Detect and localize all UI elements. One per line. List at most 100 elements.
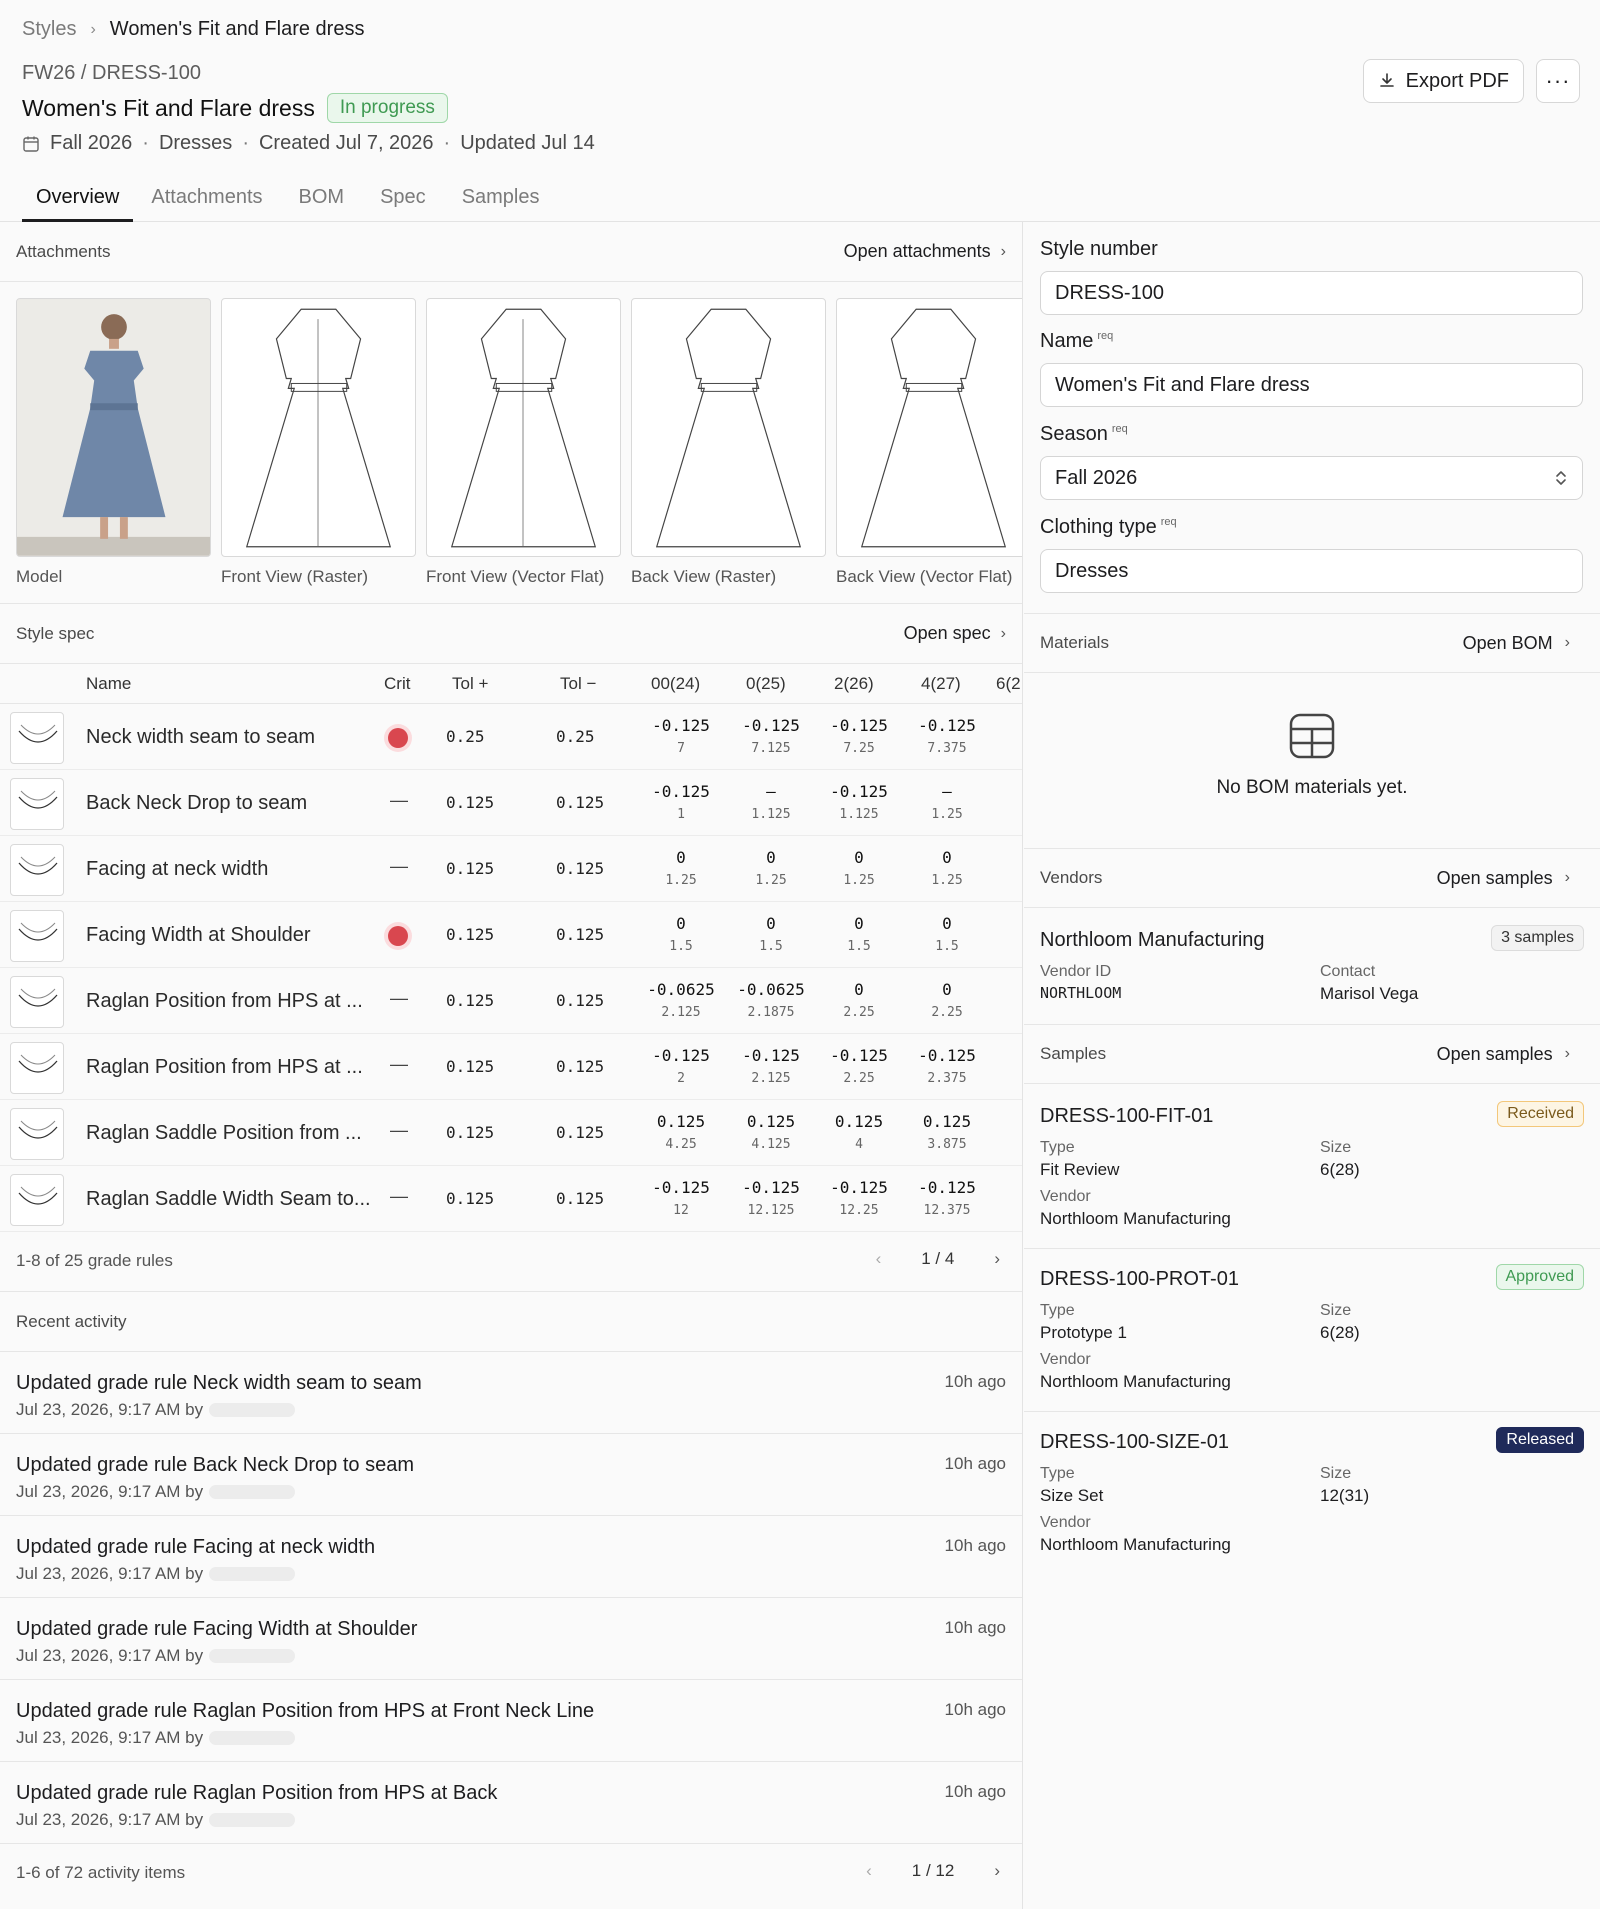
activity-item[interactable]: Updated grade rule Raglan Position from … (0, 1680, 1022, 1762)
grade-cell[interactable]: -0.125 2.125 (726, 1046, 816, 1086)
grade-cell[interactable]: -0.125 7 (636, 716, 726, 756)
attachment-back-raster[interactable]: Back View (Raster) (631, 298, 826, 587)
grade-cell[interactable]: 0 1.25 (726, 848, 816, 888)
grade-cell[interactable]: -0.125 7.25 (814, 716, 904, 756)
sample-card[interactable]: DRESS-100-SIZE-01 Released Type Size Set Siz… (1024, 1411, 1600, 1575)
attachment-back-vector[interactable]: Back View (Vector Flat) (836, 298, 1022, 587)
attachment-front-vector[interactable]: Front View (Vector Flat) (426, 298, 621, 587)
spec-row[interactable]: Facing at neck width —0.125 0.125 0 1.25 0 1.2… (0, 836, 1022, 902)
grade-cell[interactable]: -0.125 7.375 (902, 716, 992, 756)
grade-cell[interactable]: 0 1.5 (726, 914, 816, 954)
export-pdf-button[interactable]: Export PDF (1362, 59, 1524, 103)
grade-cell[interactable]: -0.125 2 (636, 1046, 726, 1086)
tol-plus-value: 0.125 (446, 1123, 495, 1142)
chevron-left-icon[interactable]: ‹ (866, 1861, 872, 1881)
grade-value: 2.375 (927, 1071, 967, 1086)
spec-row[interactable]: Back Neck Drop to seam — 0.125 0.125 -0.125 1… (0, 770, 1022, 836)
season-select[interactable]: Fall 2026 (1040, 456, 1583, 500)
grade-cell[interactable]: -0.125 12.25 (814, 1178, 904, 1218)
grade-cell[interactable]: 0.125 3.875 (902, 1112, 992, 1152)
tab-spec[interactable]: Spec (362, 182, 444, 222)
name-value: Women's Fit and Flare dress (1055, 373, 1310, 396)
grade-cell[interactable]: -0.125 2.25 (814, 1046, 904, 1086)
attachment-model[interactable]: Model (16, 298, 211, 587)
open-spec-link[interactable]: Open spec › (904, 623, 1006, 644)
grade-cell[interactable]: 0 2.25 (902, 980, 992, 1020)
col-tol-minus: Tol − (560, 674, 597, 693)
grade-cell[interactable]: 0 1.25 (636, 848, 726, 888)
chevron-right-icon: › (90, 20, 96, 38)
grade-increment: 0.125 (656, 1112, 706, 1131)
attachment-front-raster[interactable]: Front View (Raster) (221, 298, 416, 587)
grade-value: 2.25 (843, 1071, 875, 1086)
grade-cell[interactable]: — 1.125 (726, 782, 816, 822)
grade-cell[interactable]: -0.125 1.125 (814, 782, 904, 822)
activity-item[interactable]: Updated grade rule Facing Width at Shoul… (0, 1598, 1022, 1680)
grade-increment: -0.125 (742, 1178, 800, 1197)
tab-samples[interactable]: Samples (444, 182, 558, 222)
sample-card[interactable]: DRESS-100-PROT-01 Approved Type Prototype 1… (1024, 1248, 1600, 1412)
grade-cell[interactable]: -0.125 12.125 (726, 1178, 816, 1218)
grade-cell[interactable]: 0 1.5 (902, 914, 992, 954)
chevron-left-icon[interactable]: ‹ (876, 1249, 882, 1269)
grade-cell[interactable]: -0.0625 2.1875 (726, 980, 816, 1020)
grade-cell[interactable]: 0 1.5 (814, 914, 904, 954)
activity-item[interactable]: Updated grade rule Facing at neck width J… (0, 1516, 1022, 1598)
open-attachments-link[interactable]: Open attachments › (844, 241, 1006, 262)
grade-cell[interactable]: -0.125 7.125 (726, 716, 816, 756)
grade-cell[interactable]: 0 1.5 (636, 914, 726, 954)
grade-increment: 0 (942, 914, 952, 933)
grade-increment: -0.125 (742, 1046, 800, 1065)
spec-row[interactable]: Raglan Position from HPS at ... — 0.125 0.1… (0, 968, 1022, 1034)
grade-cell[interactable]: 0 1.25 (902, 848, 992, 888)
attachment-label: Back View (Vector Flat) (836, 567, 1013, 586)
status-badge: In progress (326, 93, 448, 123)
tab-attachments[interactable]: Attachments (133, 182, 280, 222)
grade-cell[interactable]: -0.125 1 (636, 782, 726, 822)
measurement-diagram-icon (10, 910, 64, 962)
activity-item[interactable]: Updated grade rule Neck width seam to se… (0, 1352, 1022, 1434)
grade-cell[interactable]: 0 1.25 (814, 848, 904, 888)
grade-cell[interactable]: -0.125 2.375 (902, 1046, 992, 1086)
grade-cell[interactable]: -0.125 12 (636, 1178, 726, 1218)
spec-row[interactable]: Raglan Saddle Position from ... —0.125 0.1… (0, 1100, 1022, 1166)
materials-empty-message: No BOM materials yet. (1216, 777, 1408, 798)
chevron-right-icon[interactable]: › (994, 1249, 1000, 1269)
grade-value: 7 (677, 741, 685, 756)
name-field[interactable]: Women's Fit and Flare dress (1040, 363, 1583, 407)
grade-cell[interactable]: 0.125 4.125 (726, 1112, 816, 1152)
spec-row[interactable]: Neck width seam to seam 0.25 0.25 -0.125 7 -0… (0, 704, 1022, 770)
spec-row[interactable]: Raglan Saddle Width Seam to... — 0.125 0.12… (0, 1166, 1022, 1232)
grade-cell[interactable]: 0.125 4.25 (636, 1112, 726, 1152)
sample-card[interactable]: DRESS-100-FIT-01 Received Type Fit Review Si… (1024, 1085, 1600, 1249)
clothing-type-field[interactable]: Dresses (1040, 549, 1583, 593)
activity-item[interactable]: Updated grade rule Back Neck Drop to sea… (0, 1434, 1022, 1516)
spec-row[interactable]: Raglan Position from HPS at ... — 0.125 0.1… (0, 1034, 1022, 1100)
open-spec-label: Open spec (903, 623, 991, 643)
breadcrumb-styles-link[interactable]: Styles (22, 18, 76, 41)
grade-cell[interactable]: 0.125 4 (814, 1112, 904, 1152)
tab-overview[interactable]: Overview (22, 182, 134, 222)
spec-row[interactable]: Facing Width at Shoulder 0.125 0.125 0 1.5 0 1… (0, 902, 1022, 968)
sample-status-badge: Received (1497, 1101, 1584, 1127)
grade-cell[interactable]: -0.125 12.375 (902, 1178, 992, 1218)
more-options-button[interactable]: ··· (1536, 59, 1580, 103)
grade-increment: -0.125 (652, 1178, 710, 1197)
tab-bom[interactable]: BOM (281, 182, 363, 222)
open-samples-link[interactable]: Open samples › (1437, 1044, 1584, 1065)
grade-cell[interactable]: 0 2.25 (814, 980, 904, 1020)
spec-count: 1-8 of 25 grade rules (16, 1251, 173, 1270)
style-number-field[interactable]: DRESS-100 (1040, 271, 1583, 315)
grade-cell[interactable]: — 1.25 (902, 782, 992, 822)
grade-cell[interactable]: -0.0625 2.125 (636, 980, 726, 1020)
sample-vendor: Northloom Manufacturing (1040, 1209, 1231, 1228)
open-bom-link[interactable]: Open BOM › (1463, 633, 1584, 654)
activity-title: Updated grade rule Back Neck Drop to sea… (16, 1454, 414, 1476)
vendor-card[interactable]: Northloom Manufacturing 3 samples Vendor… (1024, 909, 1600, 1025)
open-samples-link[interactable]: Open samples › (1437, 868, 1584, 889)
chevron-right-icon[interactable]: › (994, 1861, 1000, 1881)
activity-item[interactable]: Updated grade rule Raglan Position from … (0, 1762, 1022, 1844)
grade-value: 2.25 (843, 1005, 875, 1020)
name-group: Name req Women's Fit and Flare dress (1040, 330, 1583, 407)
grade-increment: -0.125 (830, 782, 888, 801)
